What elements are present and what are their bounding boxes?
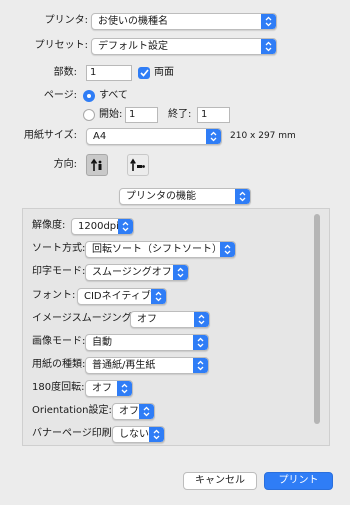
orientation-landscape-button[interactable] [127,154,149,176]
copies-label: 部数: [53,67,77,78]
preset-label: プリセット: [34,40,88,51]
banner-page-value: しない [119,429,149,440]
chevron-updown-icon [220,242,235,257]
chevron-updown-icon [194,312,209,327]
chevron-updown-icon [193,335,208,350]
sort-method-popup[interactable]: 回転ソート（シフトソート） [85,241,236,258]
chevron-updown-icon [139,404,154,419]
duplex-checkbox[interactable] [138,67,150,79]
chevron-updown-icon [235,189,250,204]
landscape-orientation-icon [130,158,145,171]
image-smoothing-popup[interactable]: オフ [130,311,210,328]
portrait-orientation-icon [90,158,102,171]
font-value: CIDネイティブ [84,291,151,302]
chevron-updown-icon [206,129,221,144]
chevron-updown-icon [193,358,208,373]
image-mode-label: 画像モード: [32,336,86,347]
scrollbar-thumb[interactable] [314,214,320,424]
paper-size-value: A4 [93,131,107,142]
orientation-setting-value: オフ [119,406,139,417]
chevron-updown-icon [118,219,133,234]
section-popup-value: プリンタの機能 [126,191,196,202]
print-mode-label: 印字モード: [32,266,86,277]
pages-range-radio[interactable] [83,109,95,121]
image-mode-value: 自動 [92,337,112,348]
paper-type-label: 用紙の種類: [32,359,86,370]
pages-from-label: 開始: [99,109,123,120]
printer-popup[interactable]: お使いの機種名 [91,13,277,30]
sort-method-value: 回転ソート（シフトソート） [92,244,222,255]
orientation-label: 方向: [53,159,77,170]
chevron-updown-icon [261,14,276,29]
features-scrollbar[interactable] [313,212,321,442]
pages-from-field[interactable]: 1 [125,107,158,123]
resolution-label: 解像度: [32,220,66,231]
pages-to-label: 終了: [168,109,192,120]
rotate-180-label: 180度回転: [32,382,85,393]
preset-value: デフォルト設定 [98,41,168,52]
print-button[interactable]: プリント [264,472,333,490]
orientation-setting-popup[interactable]: オフ [112,403,155,420]
paper-type-popup[interactable]: 普通紙/再生紙 [85,357,209,374]
font-label: フォント: [32,290,76,301]
duplex-label: 両面 [154,67,174,78]
image-smoothing-label: イメージスムージング: [32,313,135,324]
image-smoothing-value: オフ [137,314,157,325]
banner-page-popup[interactable]: しない [112,426,165,443]
rotate-180-value: オフ [92,383,112,394]
printer-label: プリンタ: [44,15,88,26]
section-popup[interactable]: プリンタの機能 [119,188,251,205]
pages-all-label: すべて [99,90,128,101]
chevron-updown-icon [151,289,166,304]
chevron-updown-icon [261,39,276,54]
print-mode-value: スムージングオフ [92,267,172,278]
chevron-updown-icon [149,427,164,442]
printer-value: お使いの機種名 [98,16,168,27]
rotate-180-popup[interactable]: オフ [85,380,133,397]
resolution-value: 1200dpi [78,221,119,232]
pages-to-field[interactable]: 1 [197,107,230,123]
sort-method-label: ソート方式: [32,243,86,254]
paper-dimensions: 210 x 297 mm [230,131,296,141]
orientation-portrait-button[interactable] [86,154,108,176]
paper-size-popup[interactable]: A4 [86,128,222,145]
cancel-button[interactable]: キャンセル [183,472,257,490]
banner-page-label: バナーページ印刷: [32,428,116,439]
pages-all-radio[interactable] [83,90,95,102]
image-mode-popup[interactable]: 自動 [85,334,209,351]
paper-size-label: 用紙サイズ: [23,130,77,141]
pages-label: ページ: [43,90,77,101]
checkmark-icon [139,69,149,77]
paper-type-value: 普通紙/再生紙 [92,360,156,371]
orientation-setting-label: Orientation設定: [32,405,112,416]
chevron-updown-icon [117,381,132,396]
resolution-popup[interactable]: 1200dpi [71,218,134,235]
copies-field[interactable]: 1 [86,65,132,81]
print-mode-popup[interactable]: スムージングオフ [85,264,189,281]
chevron-updown-icon [173,265,188,280]
preset-popup[interactable]: デフォルト設定 [91,38,277,55]
font-popup[interactable]: CIDネイティブ [77,288,167,305]
